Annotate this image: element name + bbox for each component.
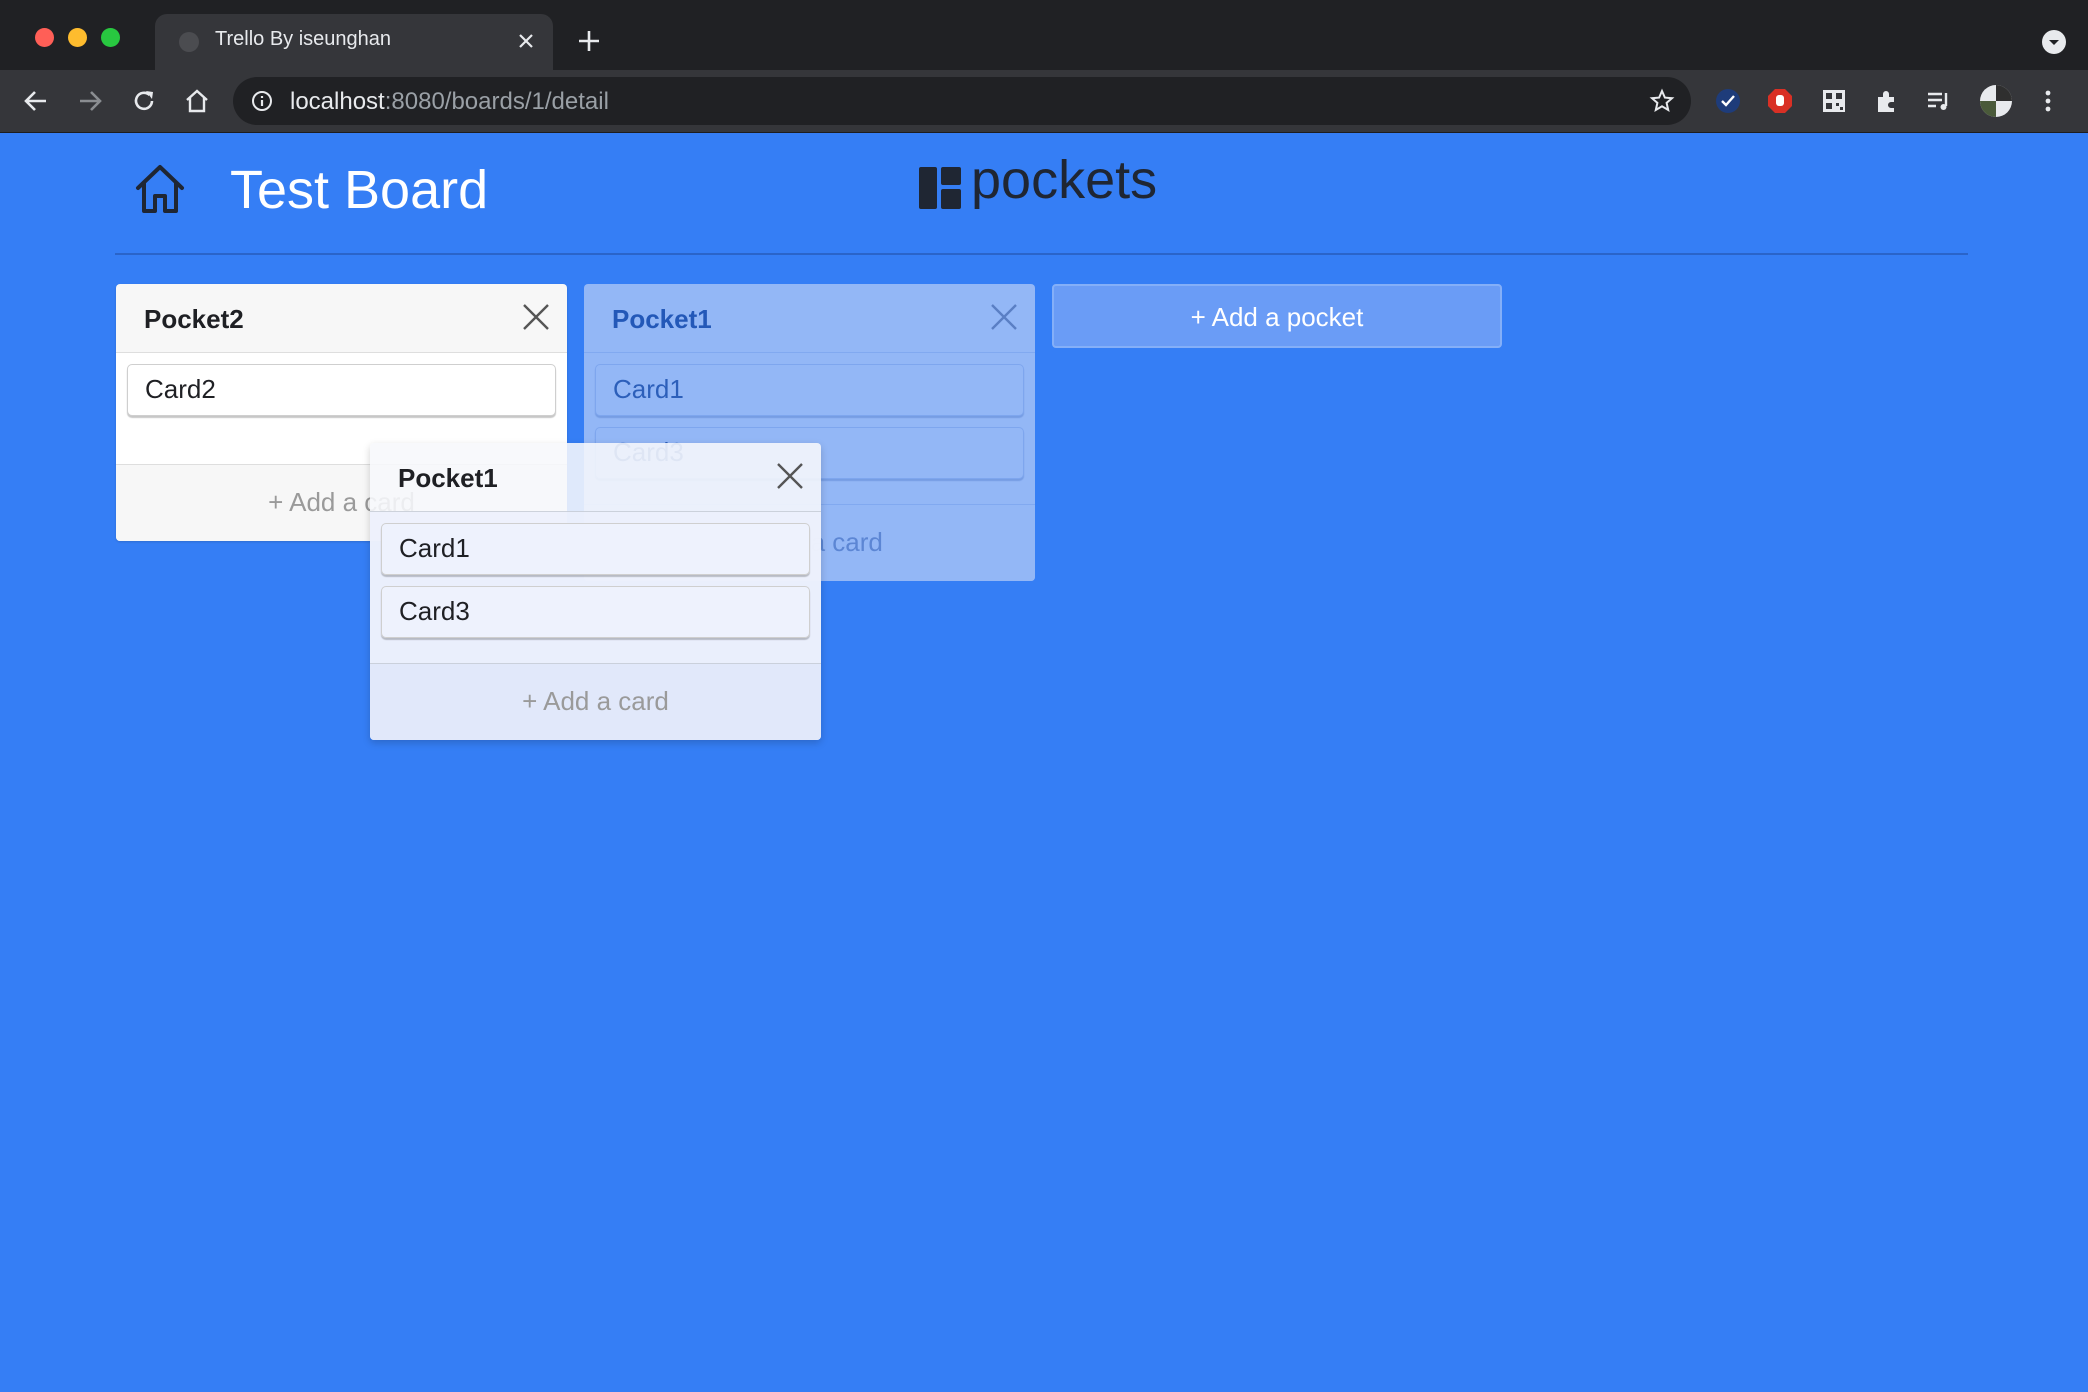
board-title: Test Board: [230, 160, 489, 220]
card[interactable]: Card1: [381, 523, 810, 575]
logo-text: pockets: [971, 150, 1158, 210]
card[interactable]: Card3: [381, 586, 810, 638]
plus-icon[interactable]: [576, 28, 602, 54]
card-label: Card3: [399, 596, 470, 626]
info-icon[interactable]: [251, 90, 273, 112]
close-window-button[interactable]: [35, 28, 54, 47]
card-label: Card1: [613, 374, 684, 404]
board-page: Test Board pockets Pocket2 Card2 + Add a…: [0, 133, 2088, 1392]
reload-icon[interactable]: [130, 87, 158, 115]
tab-title: Trello By iseunghan: [215, 28, 392, 50]
close-icon[interactable]: [519, 300, 553, 334]
stop-hand-extension-icon[interactable]: [1766, 87, 1794, 115]
tab-search-button[interactable]: [2042, 30, 2066, 54]
logo-mark-icon: [919, 167, 961, 209]
card-list: Card1 Card3: [370, 512, 821, 663]
browser-tab[interactable]: Trello By iseunghan: [155, 14, 553, 70]
card[interactable]: Card2: [127, 364, 556, 416]
globe-icon: [179, 32, 199, 52]
pocket-header: Pocket1: [584, 284, 1035, 353]
pocket-header[interactable]: Pocket2: [116, 284, 567, 353]
chevron-down-icon: [2049, 40, 2059, 45]
address-bar[interactable]: localhost:8080/boards/1/detail: [233, 77, 1691, 125]
profile-avatar[interactable]: [1979, 84, 2013, 118]
pocket-title: Pocket1: [398, 463, 498, 493]
home-icon[interactable]: [132, 161, 188, 217]
card-label: Card2: [145, 374, 216, 404]
media-control-icon[interactable]: [1925, 87, 1953, 115]
back-icon[interactable]: [22, 87, 50, 115]
url-host: localhost: [290, 88, 385, 115]
card: Card1: [595, 364, 1024, 416]
forward-icon[interactable]: [76, 87, 104, 115]
add-pocket-label: + Add a pocket: [1190, 302, 1364, 332]
checkmark-extension-icon[interactable]: [1714, 87, 1742, 115]
card-label: Card1: [399, 533, 470, 563]
minimize-window-button[interactable]: [68, 28, 87, 47]
pocket-header[interactable]: Pocket1: [370, 443, 821, 512]
url-text: localhost:8080/boards/1/detail: [290, 88, 609, 116]
add-pocket-button[interactable]: + Add a pocket: [1052, 284, 1502, 348]
menu-icon[interactable]: [2034, 87, 2062, 115]
close-icon: [991, 304, 1017, 330]
browser-toolbar: localhost:8080/boards/1/detail: [0, 70, 2088, 133]
dragged-pocket[interactable]: Pocket1 Card1 Card3 + Add a card: [370, 443, 821, 740]
extensions-icon[interactable]: [1873, 87, 1901, 115]
qr-code-extension-icon[interactable]: [1820, 87, 1848, 115]
add-card-button[interactable]: + Add a card: [370, 663, 821, 740]
add-card-label: + Add a card: [522, 686, 669, 716]
pocket-title: Pocket1: [612, 304, 712, 334]
browser-window: Trello By iseunghan localhost:8080/board…: [0, 0, 2088, 1392]
close-icon[interactable]: [515, 30, 537, 52]
tab-strip: Trello By iseunghan: [0, 0, 2088, 70]
zoom-window-button[interactable]: [101, 28, 120, 47]
close-icon[interactable]: [773, 459, 807, 493]
pocket-title: Pocket2: [144, 304, 244, 334]
header-divider: [115, 253, 1968, 255]
home-icon[interactable]: [183, 87, 211, 115]
star-icon[interactable]: [1649, 88, 1675, 114]
url-path: :8080/boards/1/detail: [384, 88, 609, 115]
